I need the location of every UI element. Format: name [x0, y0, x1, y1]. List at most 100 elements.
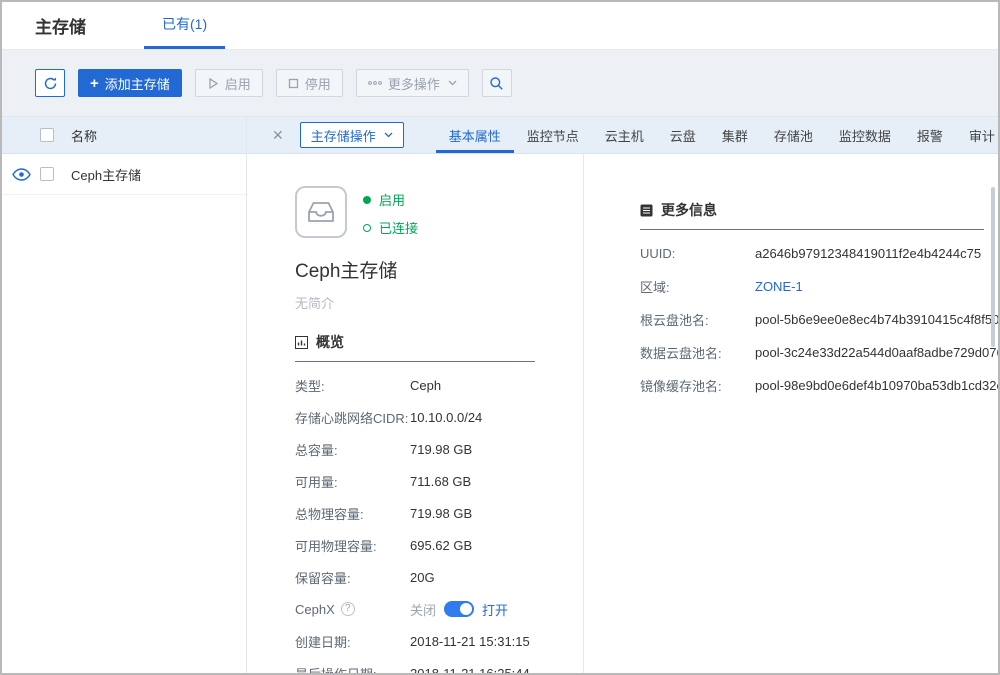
- disable-button[interactable]: 停用: [276, 69, 343, 97]
- zone-link[interactable]: ZONE-1: [755, 279, 803, 294]
- more-actions-label: 更多操作: [388, 74, 440, 93]
- add-button-label: 添加主存储: [105, 74, 170, 93]
- app-window: 主存储 已有(1) + 添加主存储 启用 停用: [0, 0, 1000, 675]
- play-icon: [207, 77, 219, 90]
- tab-vm-instances[interactable]: 云主机: [592, 117, 657, 153]
- primary-storage-icon: [295, 186, 347, 238]
- more-info-heading-label: 更多信息: [661, 200, 717, 220]
- detail-tabs: 基本属性 监控节点 云主机 云盘 集群 存储池 监控数据 报警 审计: [436, 117, 1000, 153]
- field-label: 最后操作日期:: [295, 664, 410, 674]
- status-enabled: 启用: [363, 190, 418, 209]
- tab-alerts[interactable]: 报警: [904, 117, 956, 153]
- connected-dot-icon: [363, 224, 371, 232]
- list-header-row: 名称: [2, 117, 246, 154]
- help-icon[interactable]: ?: [341, 602, 355, 616]
- field-value: 10.10.0.0/24: [410, 410, 482, 425]
- scrollbar[interactable]: [991, 187, 995, 347]
- field-value: Ceph: [410, 378, 441, 393]
- tab-volumes[interactable]: 云盘: [657, 117, 709, 153]
- detail-title: Ceph主存储: [295, 256, 565, 283]
- refresh-icon: [43, 76, 58, 91]
- tab-basic-properties[interactable]: 基本属性: [436, 117, 514, 153]
- tab-storage-pools[interactable]: 存储池: [761, 117, 826, 153]
- field-value: 2018-11-21 15:31:15: [410, 634, 530, 649]
- field-label: 类型:: [295, 376, 410, 395]
- more-info-section-heading: 更多信息: [640, 200, 984, 230]
- storage-actions-button[interactable]: 主存储操作: [300, 122, 404, 148]
- search-icon: [489, 76, 504, 91]
- storage-row-name: Ceph主存储: [71, 165, 141, 184]
- chevron-down-icon: [384, 132, 393, 138]
- field-label: 保留容量:: [295, 568, 410, 587]
- field-value: 719.98 GB: [410, 506, 472, 521]
- field-value: 719.98 GB: [410, 442, 472, 457]
- field-label: 可用物理容量:: [295, 536, 410, 555]
- more-info-fields: UUID: a2646b97912348419011f2e4b4244c75 区…: [640, 237, 984, 402]
- field-value: 20G: [410, 570, 435, 585]
- detail-right-column: 更多信息 UUID: a2646b97912348419011f2e4b4244…: [584, 154, 998, 673]
- overview-icon: [295, 336, 308, 349]
- info-label: 数据云盘池名:: [640, 343, 755, 362]
- row-checkbox[interactable]: [40, 167, 54, 181]
- add-primary-storage-button[interactable]: + 添加主存储: [78, 69, 182, 97]
- info-row-zone: 区域: ZONE-1: [640, 270, 984, 303]
- field-row-available-physical: 可用物理容量: 695.62 GB: [295, 529, 565, 561]
- more-actions-button[interactable]: 更多操作: [356, 69, 469, 97]
- enabled-dot-icon: [363, 196, 371, 204]
- tab-monitor-nodes[interactable]: 监控节点: [514, 117, 592, 153]
- enable-button[interactable]: 启用: [195, 69, 263, 97]
- chevron-down-icon: [448, 80, 457, 86]
- storage-list-panel: 名称 Ceph主存储: [2, 117, 247, 673]
- cephx-on-label: 打开: [482, 600, 508, 619]
- status-list: 启用 已连接: [363, 186, 418, 237]
- field-label: 存储心跳网络CIDR:: [295, 408, 410, 427]
- page-header: 主存储 已有(1): [2, 2, 998, 50]
- field-label: 总物理容量:: [295, 504, 410, 523]
- toolbar: + 添加主存储 启用 停用 更多操作: [2, 50, 998, 117]
- info-value: pool-3c24e33d22a544d0aaf8adbe729d0760: [755, 345, 998, 360]
- enable-button-label: 启用: [225, 74, 251, 93]
- select-all-checkbox[interactable]: [40, 128, 54, 142]
- dots-icon: [368, 81, 382, 85]
- search-button[interactable]: [482, 69, 512, 97]
- main-area: 名称 Ceph主存储 ✕ 主存储操作: [2, 117, 998, 673]
- info-label: 镜像缓存池名:: [640, 376, 755, 395]
- info-row-data-pool: 数据云盘池名: pool-3c24e33d22a544d0aaf8adbe729…: [640, 336, 984, 369]
- table-row[interactable]: Ceph主存储: [2, 154, 246, 195]
- status-enabled-label: 启用: [379, 190, 405, 209]
- field-value: 711.68 GB: [410, 474, 471, 489]
- cephx-row: CephX ? 关闭 打开: [295, 593, 565, 625]
- detail-left-column: 启用 已连接 Ceph主存储 无简介: [247, 154, 584, 673]
- overview-heading-label: 概览: [316, 332, 344, 352]
- tab-clusters[interactable]: 集群: [709, 117, 761, 153]
- field-row-type: 类型: Ceph: [295, 369, 565, 401]
- info-row-uuid: UUID: a2646b97912348419011f2e4b4244c75: [640, 237, 984, 270]
- eye-icon[interactable]: [12, 168, 31, 181]
- info-label: 区域:: [640, 277, 755, 296]
- tab-existing[interactable]: 已有(1): [144, 2, 225, 49]
- detail-description: 无简介: [295, 293, 565, 312]
- status-connected-label: 已连接: [379, 218, 418, 237]
- tab-monitor-data[interactable]: 监控数据: [826, 117, 904, 153]
- info-value: pool-5b6e9ee0e8ec4b74b3910415c4f8f500: [755, 312, 998, 327]
- info-value: a2646b97912348419011f2e4b4244c75: [755, 246, 981, 261]
- close-icon[interactable]: ✕: [268, 125, 288, 146]
- disable-button-label: 停用: [305, 74, 331, 93]
- cephx-off-label: 关闭: [410, 600, 436, 619]
- field-value: 2018-11-21 16:25:44: [410, 666, 530, 674]
- field-row-total-physical: 总物理容量: 719.98 GB: [295, 497, 565, 529]
- detail-header-row: ✕ 主存储操作 基本属性 监控节点 云主机 云盘 集群 存储池 监控数据 报警: [247, 117, 998, 154]
- info-row-root-pool: 根云盘池名: pool-5b6e9ee0e8ec4b74b3910415c4f8…: [640, 303, 984, 336]
- info-label: 根云盘池名:: [640, 310, 755, 329]
- field-row-create-date: 创建日期: 2018-11-21 15:31:15: [295, 625, 565, 657]
- tab-audit[interactable]: 审计: [956, 117, 1000, 153]
- field-value: 695.62 GB: [410, 538, 472, 553]
- detail-panel: ✕ 主存储操作 基本属性 监控节点 云主机 云盘 集群 存储池 监控数据 报警: [247, 117, 998, 673]
- more-info-icon: [640, 204, 653, 217]
- cephx-control: 关闭 打开: [410, 600, 508, 619]
- refresh-button[interactable]: [35, 69, 65, 97]
- cephx-toggle[interactable]: [444, 601, 474, 617]
- toggle-knob-icon: [460, 603, 472, 615]
- storage-actions-label: 主存储操作: [311, 126, 376, 145]
- field-row-total-capacity: 总容量: 719.98 GB: [295, 433, 565, 465]
